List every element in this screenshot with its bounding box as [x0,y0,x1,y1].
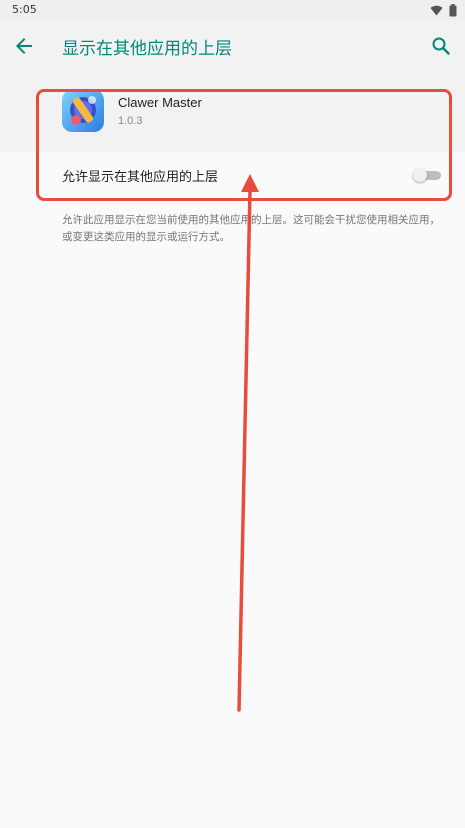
overlay-permission-toggle[interactable] [413,168,441,182]
app-bar: 显示在其他应用的上层 [0,20,465,72]
arrow-back-icon [16,38,32,54]
app-header: Clawer Master 1.0.3 [0,72,465,152]
status-bar: 5:05 [0,0,465,20]
page-title: 显示在其他应用的上层 [62,39,232,59]
toggle-thumb [413,168,427,182]
battery-icon [449,4,457,17]
wifi-icon [430,5,443,16]
setting-description: 允许此应用显示在您当前使用的其他应用的上层。这可能会干扰您使用相关应用，或变更这… [62,214,440,243]
app-name: Clawer Master [118,95,202,110]
search-button[interactable] [429,34,453,58]
overlay-permission-row[interactable]: 允许显示在其他应用的上层 [0,152,465,198]
app-version: 1.0.3 [118,115,143,127]
status-icons [430,4,457,17]
screen: 5:05 显示在其他应用的上层 Clawer Master 1.0.3 允许显示… [0,0,465,828]
status-time: 5:05 [12,3,37,16]
app-icon [62,90,104,132]
search-icon [432,37,450,55]
setting-label: 允许显示在其他应用的上层 [62,170,219,185]
back-button[interactable] [12,34,36,58]
